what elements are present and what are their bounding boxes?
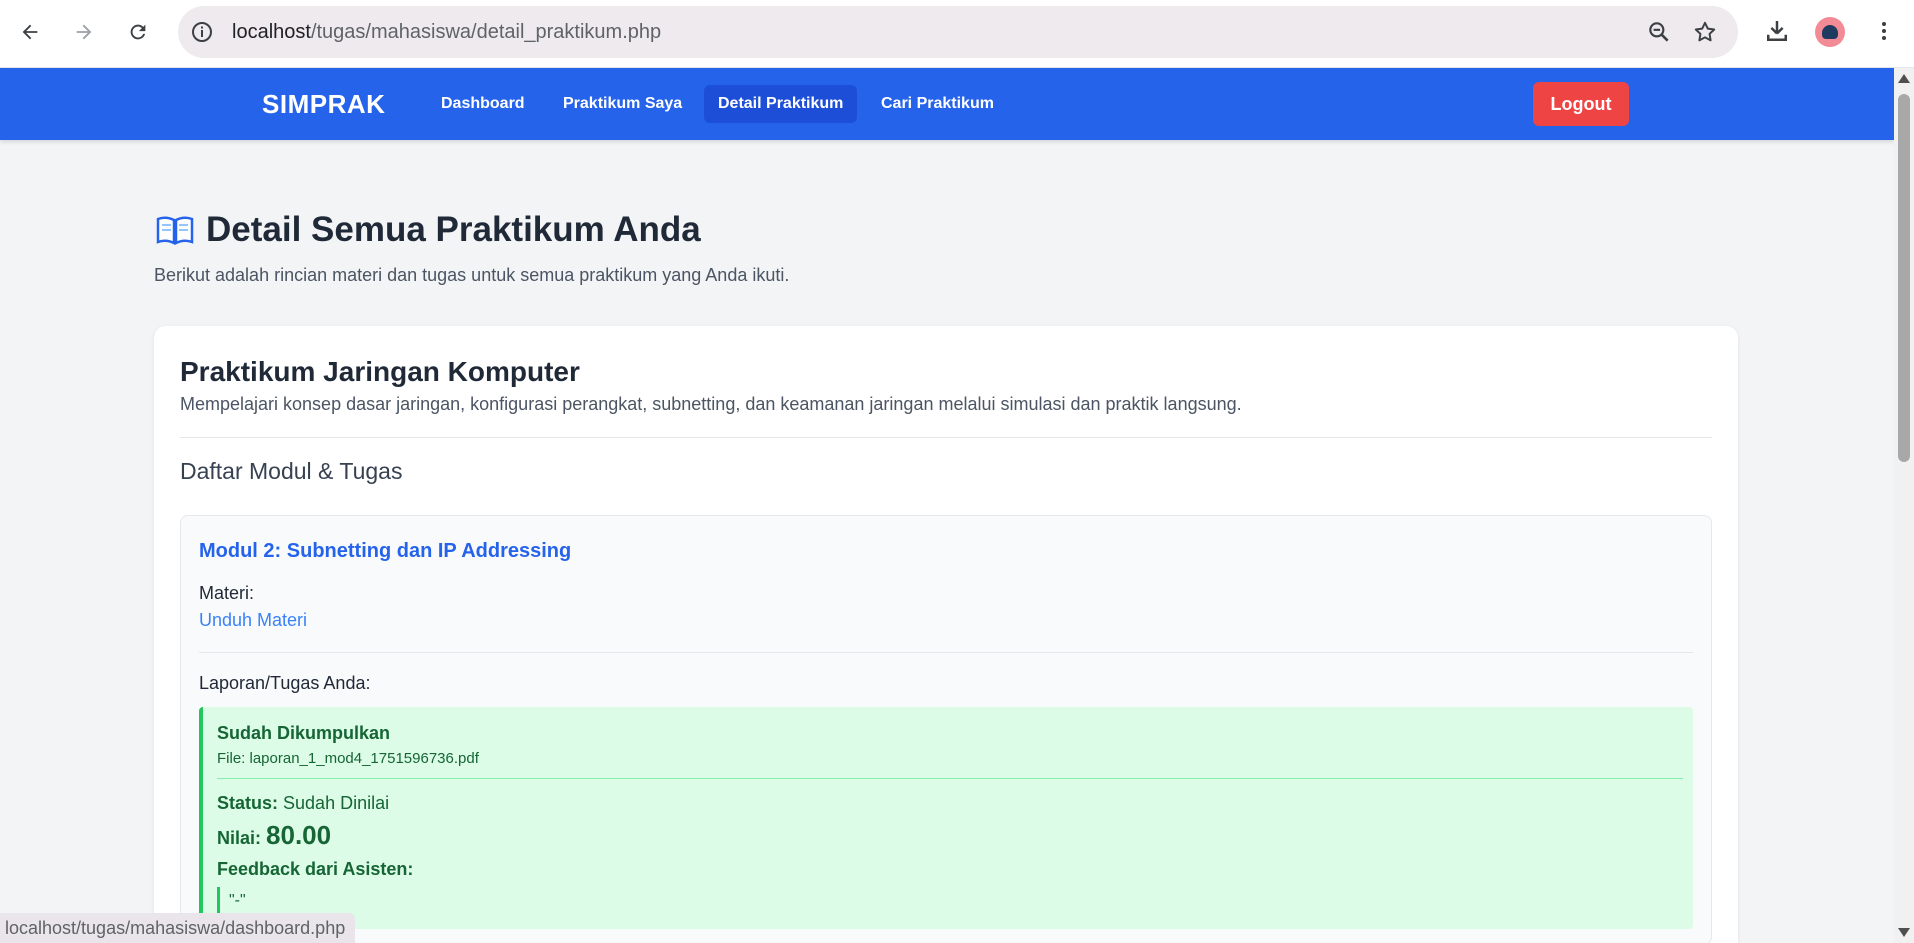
submission-status-heading: Sudah Dikumpulkan <box>217 723 391 743</box>
bookmark-star-icon[interactable] <box>1692 19 1718 45</box>
url-host: localhost <box>232 21 311 43</box>
brand-logo[interactable]: SIMPRAK <box>262 68 385 140</box>
url-path: /tugas/mahasiswa/detail_praktikum.php <box>310 21 662 43</box>
divider <box>217 778 1683 779</box>
link-status-bar: localhost/tugas/mahasiswa/dashboard.php <box>0 913 356 943</box>
reload-icon <box>130 24 146 40</box>
scrollbar-thumb[interactable] <box>1898 94 1910 462</box>
avatar-image <box>1822 25 1838 39</box>
logout-button[interactable]: Logout <box>1533 82 1629 126</box>
nav-cari-praktikum[interactable]: Cari Praktikum <box>867 85 1008 123</box>
page-scrollbar[interactable] <box>1894 68 1914 943</box>
app-navbar: SIMPRAK Dashboard Praktikum Saya Detail … <box>0 68 1894 140</box>
back-arrow-icon <box>22 24 38 40</box>
nilai-value: 80.00 <box>266 820 332 850</box>
status-label: Status: <box>217 793 279 813</box>
module-card: Modul 2: Subnetting dan IP Addressing Ma… <box>180 515 1712 943</box>
open-book-icon <box>156 216 194 246</box>
scroll-up-arrow-icon[interactable] <box>1898 74 1910 83</box>
scroll-down-arrow-icon[interactable] <box>1898 928 1910 937</box>
nav-praktikum-saya[interactable]: Praktikum Saya <box>549 85 696 123</box>
section-title: Daftar Modul & Tugas <box>180 458 403 484</box>
page-subtitle: Berikut adalah rincian materi dan tugas … <box>154 265 790 285</box>
browser-toolbar: localhost/tugas/mahasiswa/detail_praktik… <box>0 0 1914 68</box>
download-materi-link[interactable]: Unduh Materi <box>199 610 307 631</box>
status-value: Sudah Dinilai <box>283 793 390 813</box>
praktikum-description: Mempelajari konsep dasar jaringan, konfi… <box>180 394 1242 414</box>
nilai-row: Nilai: 80.00 <box>217 820 331 851</box>
laporan-label: Laporan/Tugas Anda: <box>199 673 371 693</box>
forward-button[interactable] <box>66 14 102 50</box>
nav-dashboard[interactable]: Dashboard <box>427 85 539 123</box>
materi-label: Materi: <box>199 583 255 603</box>
site-info-icon[interactable] <box>190 20 214 44</box>
divider <box>180 437 1712 438</box>
feedback-label-row: Feedback dari Asisten: <box>217 859 413 880</box>
praktikum-title: Praktikum Jaringan Komputer <box>180 356 580 387</box>
page-title-text: Detail Semua Praktikum Anda <box>206 210 701 249</box>
page-title: Detail Semua Praktikum Anda <box>156 210 701 250</box>
forward-arrow-icon <box>76 24 92 40</box>
divider <box>199 652 1693 653</box>
zoom-icon[interactable] <box>1646 19 1672 45</box>
profile-avatar[interactable] <box>1815 17 1845 47</box>
nilai-label: Nilai: <box>217 828 262 848</box>
address-bar[interactable]: localhost/tugas/mahasiswa/detail_praktik… <box>178 6 1738 58</box>
feedback-label: Feedback dari Asisten: <box>217 859 414 879</box>
back-button[interactable] <box>12 14 48 50</box>
grading-status-row: Status: Sudah Dinilai <box>217 793 389 814</box>
praktikum-card: Praktikum Jaringan Komputer Mempelajari … <box>154 326 1738 943</box>
download-icon[interactable] <box>1762 16 1792 46</box>
submission-box: Sudah Dikumpulkan File: laporan_1_mod4_1… <box>199 707 1693 929</box>
submission-file: File: laporan_1_mod4_1751596736.pdf <box>217 750 479 767</box>
reload-button[interactable] <box>120 14 156 50</box>
url-text[interactable]: localhost/tugas/mahasiswa/detail_praktik… <box>232 6 661 58</box>
nav-detail-praktikum[interactable]: Detail Praktikum <box>704 85 858 123</box>
module-title: Modul 2: Subnetting dan IP Addressing <box>199 540 572 562</box>
feedback-text: "-" <box>217 887 246 915</box>
more-menu-icon[interactable] <box>1872 16 1896 46</box>
